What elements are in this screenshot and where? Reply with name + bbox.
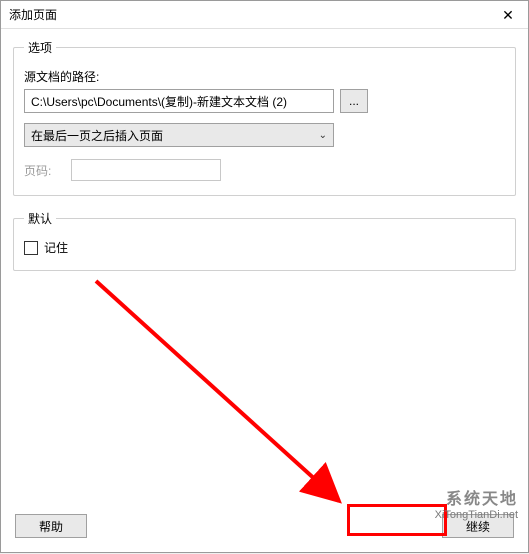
help-button-label: 帮助	[39, 518, 63, 535]
options-legend: 选项	[24, 39, 56, 56]
dialog-content: 选项 源文档的路径: ... 在最后一页之后插入页面 ⌄ 页码: 默认 记住	[1, 29, 528, 504]
page-number-row: 页码:	[24, 159, 505, 181]
source-path-input[interactable]	[24, 89, 334, 113]
options-group: 选项 源文档的路径: ... 在最后一页之后插入页面 ⌄ 页码:	[13, 39, 516, 196]
remember-label: 记住	[44, 239, 68, 256]
remember-checkbox[interactable]	[24, 241, 38, 255]
page-number-input	[71, 159, 221, 181]
titlebar: 添加页面 ✕	[1, 1, 528, 29]
source-path-row: ...	[24, 89, 505, 113]
continue-button-label: 继续	[466, 518, 490, 535]
defaults-group: 默认 记住	[13, 210, 516, 271]
remember-row[interactable]: 记住	[24, 239, 505, 256]
close-icon: ✕	[502, 7, 514, 24]
source-path-label: 源文档的路径:	[24, 68, 505, 85]
window-title: 添加页面	[9, 6, 57, 23]
dialog-footer: 帮助 继续	[1, 504, 528, 552]
add-page-dialog: 添加页面 ✕ 选项 源文档的路径: ... 在最后一页之后插入页面 ⌄ 页码:	[0, 0, 529, 553]
help-button[interactable]: 帮助	[15, 514, 87, 538]
insert-position-value: 在最后一页之后插入页面	[31, 127, 319, 144]
insert-position-select[interactable]: 在最后一页之后插入页面 ⌄	[24, 123, 334, 147]
chevron-down-icon: ⌄	[319, 130, 327, 141]
browse-button[interactable]: ...	[340, 89, 368, 113]
defaults-legend: 默认	[24, 210, 56, 227]
close-button[interactable]: ✕	[488, 1, 528, 29]
continue-button[interactable]: 继续	[442, 514, 514, 538]
ellipsis-icon: ...	[349, 94, 359, 108]
page-number-label: 页码:	[24, 162, 64, 179]
